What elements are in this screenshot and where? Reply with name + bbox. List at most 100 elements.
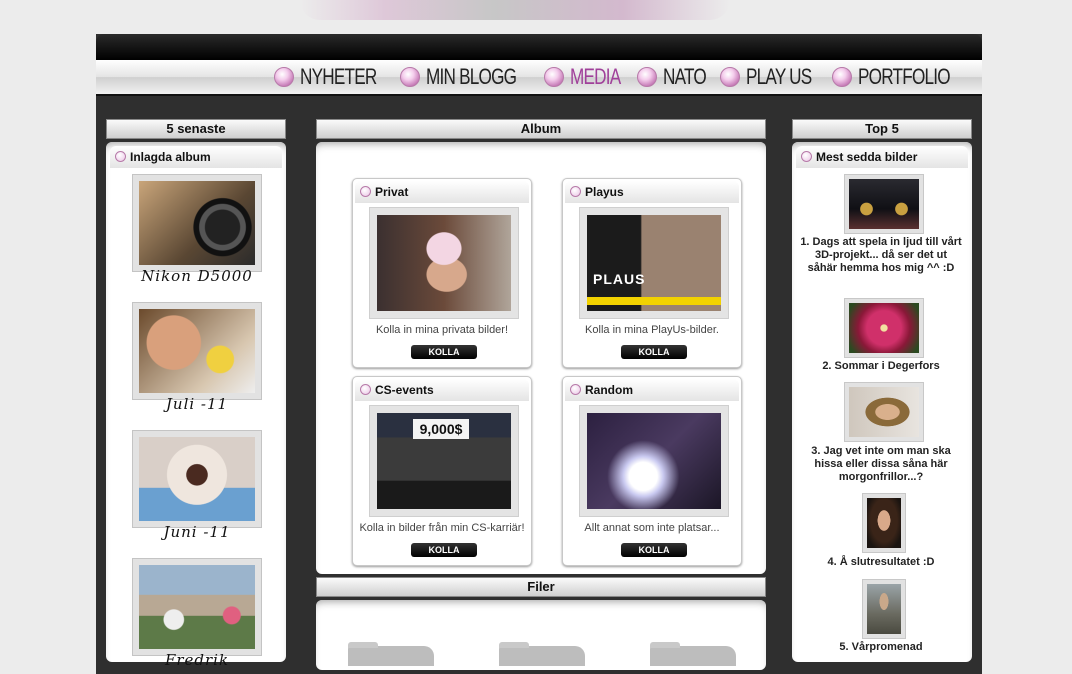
playus-logo: PLAUS bbox=[593, 271, 646, 287]
album-box-title: Privat bbox=[355, 181, 529, 203]
main-navigation: NYHETER MIN BLOGG MEDIA NATO PLAY US POR… bbox=[96, 60, 982, 96]
bullet-icon bbox=[801, 151, 812, 162]
top5-panel: Mest sedda bilder 1. Dags att spela in l… bbox=[792, 142, 972, 662]
nav-label: PORTFOLIO bbox=[857, 64, 951, 89]
girl-eating-photo bbox=[139, 309, 255, 393]
album-caption: Juli -11 bbox=[165, 395, 229, 413]
bullet-icon bbox=[360, 384, 371, 395]
top5-thumb[interactable] bbox=[862, 579, 906, 639]
album-description: Kolla in bilder från min CS-karriär! bbox=[359, 522, 525, 534]
recent-album-thumb[interactable]: Nikon D5000 bbox=[132, 174, 262, 285]
left-column-header: 5 senaste bbox=[106, 119, 286, 139]
nav-label: PLAY US bbox=[745, 64, 812, 89]
album-description: Kolla in mina privata bilder! bbox=[375, 324, 509, 336]
album-photo-frame[interactable]: 9,000$ bbox=[369, 405, 519, 517]
nav-bullet-icon bbox=[831, 67, 852, 87]
bullet-icon bbox=[360, 186, 371, 197]
girl-beanie-photo bbox=[377, 215, 511, 311]
nav-label: MIN BLOGG bbox=[426, 64, 517, 89]
folder-icon[interactable] bbox=[348, 642, 434, 666]
top5-caption: 1. Dags att spela in ljud till vårt 3D-p… bbox=[800, 236, 962, 274]
prize-check: 9,000$ bbox=[413, 419, 469, 439]
nav-item-play-us[interactable]: PLAY US bbox=[719, 64, 812, 90]
camera-photo bbox=[139, 181, 255, 265]
recent-album-thumb[interactable]: Fredrik bbox=[132, 558, 262, 669]
kolla-button[interactable]: KOLLA bbox=[621, 543, 687, 557]
selfie-photo bbox=[849, 387, 919, 437]
nav-bullet-icon bbox=[719, 67, 740, 87]
top5-thumb[interactable] bbox=[844, 174, 924, 234]
album-caption: Juni -11 bbox=[163, 523, 231, 541]
album-caption: Nikon D5000 bbox=[141, 267, 253, 285]
filer-column-header: Filer bbox=[316, 577, 766, 597]
flowers-photo bbox=[139, 565, 255, 649]
top5-thumb[interactable] bbox=[862, 493, 906, 553]
album-description: Kolla in mina PlayUs-bilder. bbox=[585, 324, 719, 336]
header-banner-decoration bbox=[300, 0, 730, 20]
album-box-cs-events: CS-events 9,000$ Kolla in bilder från mi… bbox=[352, 376, 532, 566]
album-box-title-text: CS-events bbox=[375, 383, 434, 397]
recent-album-thumb[interactable]: Juni -11 bbox=[132, 430, 262, 541]
album-box-title: Playus bbox=[565, 181, 739, 203]
top5-caption: 3. Jag vet inte om man ska hissa eller d… bbox=[811, 445, 951, 483]
filer-panel bbox=[316, 600, 766, 670]
bullet-icon bbox=[570, 384, 581, 395]
nav-item-portfolio[interactable]: PORTFOLIO bbox=[831, 64, 958, 90]
top5-title-text: Mest sedda bilder bbox=[816, 150, 918, 164]
recent-albums-title-text: Inlagda album bbox=[130, 150, 211, 164]
portrait-photo bbox=[867, 498, 901, 548]
album-box-title-text: Privat bbox=[375, 185, 409, 199]
kolla-button[interactable]: KOLLA bbox=[411, 345, 477, 359]
album-box-title: CS-events bbox=[355, 379, 529, 401]
folder-icon[interactable] bbox=[499, 642, 585, 666]
top5-thumb[interactable] bbox=[844, 298, 924, 358]
top5-title: Mest sedda bilder bbox=[796, 146, 968, 168]
nav-bullet-icon bbox=[274, 67, 294, 87]
album-photo-frame[interactable] bbox=[369, 207, 519, 319]
right-column-header: Top 5 bbox=[792, 119, 972, 139]
cs-team-photo: 9,000$ bbox=[377, 413, 511, 509]
album-box-privat: Privat Kolla in mina privata bilder! KOL… bbox=[352, 178, 532, 368]
random-photo bbox=[587, 413, 721, 509]
top5-caption: 4. Å slutresultatet :D bbox=[827, 556, 935, 568]
nav-item-min-blogg[interactable]: MIN BLOGG bbox=[400, 64, 524, 90]
nav-label: MEDIA bbox=[569, 64, 621, 89]
nav-bullet-icon bbox=[543, 67, 564, 87]
spring-walk-photo bbox=[867, 584, 901, 634]
nav-item-media[interactable]: MEDIA bbox=[543, 64, 621, 90]
recent-albums-panel: Inlagda album Nikon D5000 Juli -11 Juni … bbox=[106, 142, 286, 669]
nav-bullet-icon bbox=[400, 67, 421, 87]
album-box-title: Random bbox=[565, 379, 739, 401]
nav-bullet-icon bbox=[636, 67, 657, 87]
album-description: Allt annat som inte platsar... bbox=[584, 522, 720, 534]
bullet-icon bbox=[570, 186, 581, 197]
nav-item-nyheter[interactable]: NYHETER bbox=[274, 64, 380, 90]
nav-item-nato[interactable]: NATO bbox=[636, 64, 706, 90]
recent-album-thumb[interactable]: Juli -11 bbox=[132, 302, 262, 413]
recent-albums-title: Inlagda album bbox=[110, 146, 282, 168]
nav-label: NATO bbox=[662, 64, 707, 89]
top5-caption: 5. Vårpromenad bbox=[839, 641, 923, 653]
kolla-button[interactable]: KOLLA bbox=[411, 543, 477, 557]
kolla-button[interactable]: KOLLA bbox=[621, 345, 687, 359]
album-box-playus: Playus PLAUS Kolla in mina PlayUs-bilder… bbox=[562, 178, 742, 368]
ice-cream-photo bbox=[139, 437, 255, 521]
top5-thumb[interactable] bbox=[844, 382, 924, 442]
album-box-title-text: Playus bbox=[585, 185, 624, 199]
album-column-header: Album bbox=[316, 119, 766, 139]
album-photo-frame[interactable]: PLAUS bbox=[579, 207, 729, 319]
top-bar bbox=[96, 34, 982, 60]
album-caption: Fredrik bbox=[164, 651, 230, 669]
nav-label: NYHETER bbox=[300, 64, 377, 89]
lily-photo bbox=[849, 303, 919, 353]
album-photo-frame[interactable] bbox=[579, 405, 729, 517]
playus-strip bbox=[587, 297, 721, 305]
album-panel: Privat Kolla in mina privata bilder! KOL… bbox=[316, 142, 766, 574]
studio-photo bbox=[849, 179, 919, 229]
folder-icon[interactable] bbox=[650, 642, 736, 666]
bullet-icon bbox=[115, 151, 126, 162]
album-box-title-text: Random bbox=[585, 383, 633, 397]
playus-collage-photo: PLAUS bbox=[587, 215, 721, 311]
top5-caption: 2. Sommar i Degerfors bbox=[822, 360, 940, 372]
album-box-random: Random Allt annat som inte platsar... KO… bbox=[562, 376, 742, 566]
